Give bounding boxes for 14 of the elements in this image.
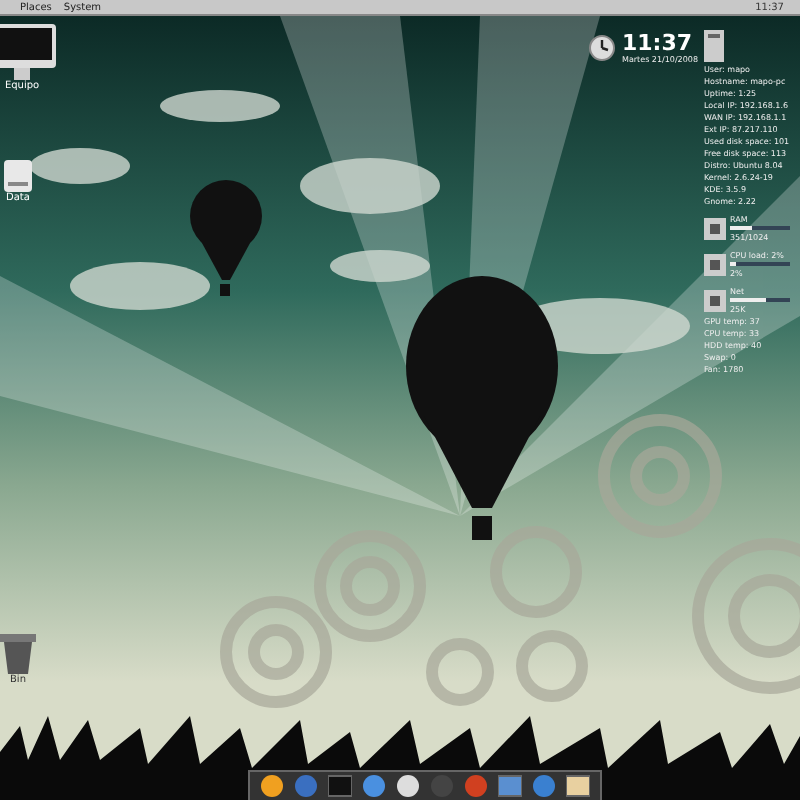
monitor-icon[interactable]: [0, 24, 56, 80]
ring-drawing: [220, 596, 332, 708]
clock-time: 11:37: [622, 32, 695, 54]
drive-icon[interactable]: [4, 160, 32, 192]
chip-icon: [704, 289, 726, 311]
ring-drawing: [516, 630, 588, 702]
chip-icon: [704, 253, 726, 275]
terminal-icon[interactable]: [328, 774, 352, 798]
hot-air-balloon-drawing: [190, 180, 262, 296]
computer-tower-icon: [704, 30, 724, 62]
trash-icon[interactable]: [0, 634, 36, 674]
ring-drawing: [598, 414, 722, 538]
chip-icon: [704, 217, 726, 239]
ring-drawing: [490, 526, 582, 618]
